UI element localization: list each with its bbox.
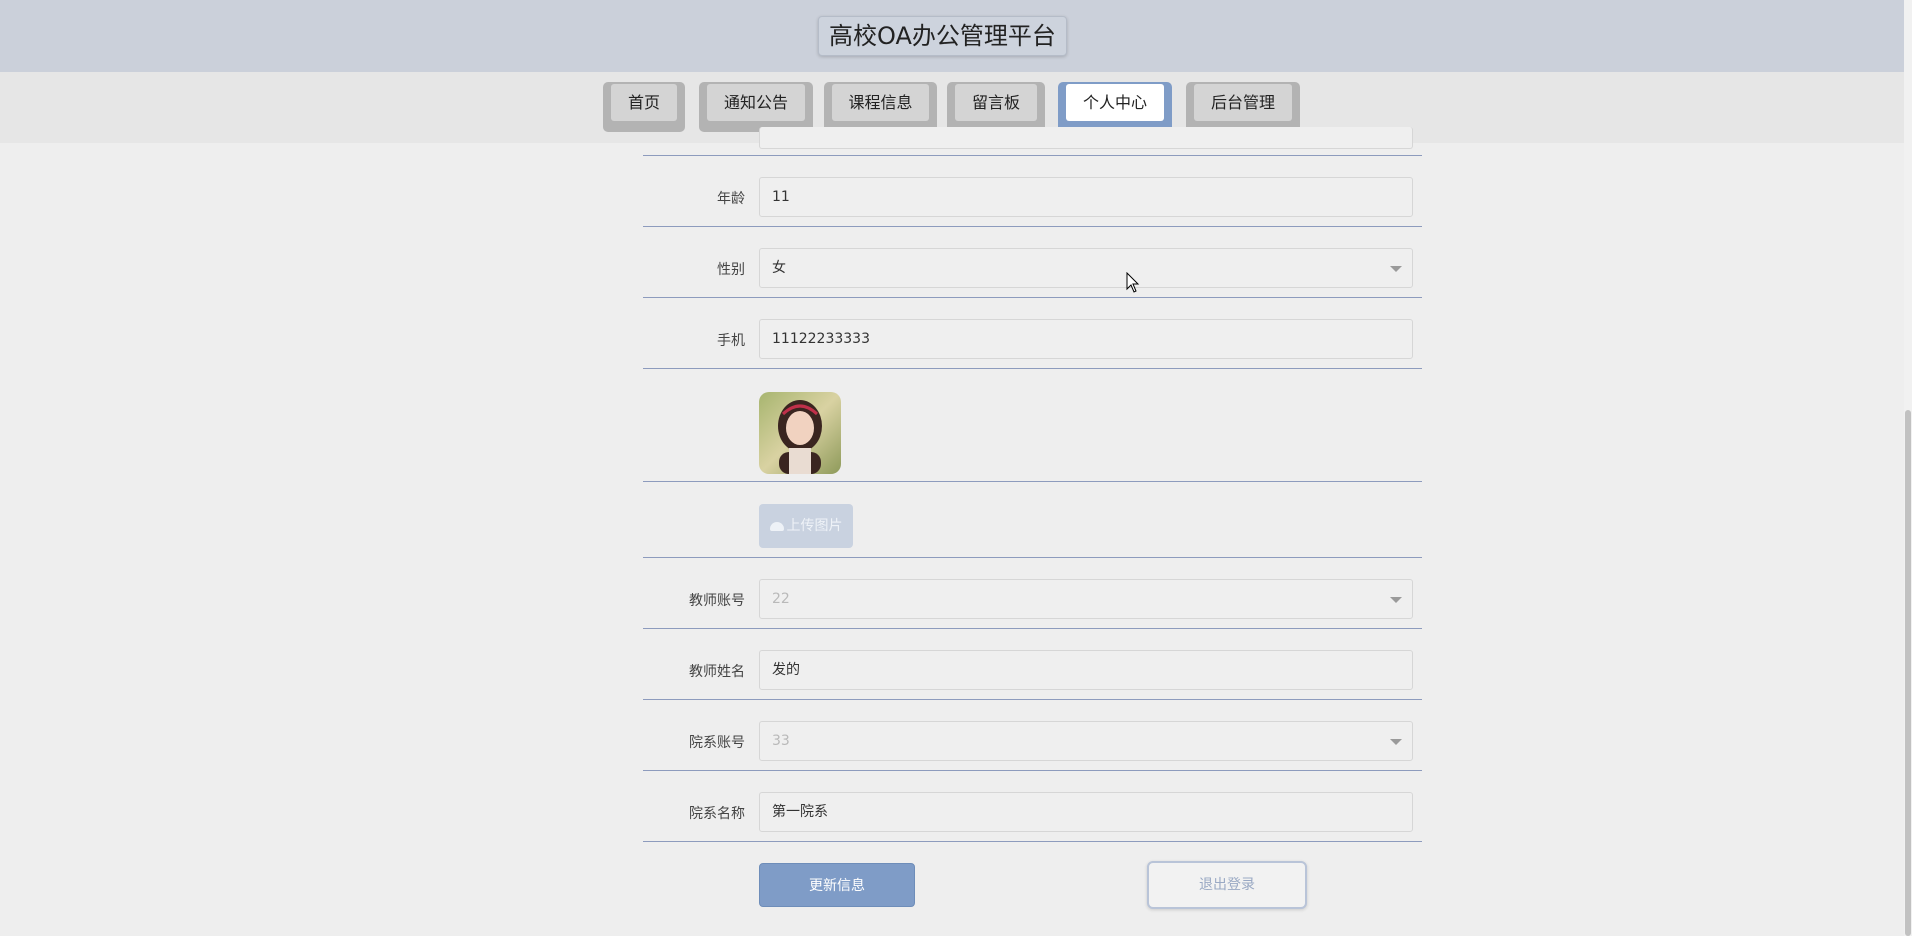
row-divider	[643, 155, 1422, 156]
upload-label: 上传图片	[786, 518, 843, 534]
clipped-field[interactable]	[759, 127, 1413, 149]
scrollbar-thumb[interactable]	[1905, 410, 1911, 936]
teacher-name-input[interactable]: 发的	[759, 650, 1413, 690]
dept-account-label: 院系账号	[689, 735, 745, 751]
teacher-account-value: 22	[772, 591, 790, 607]
dept-name-input[interactable]: 第一院系	[759, 792, 1413, 832]
dept-account-select[interactable]: 33	[759, 721, 1413, 761]
nav-label: 首页	[611, 84, 677, 121]
nav-label: 留言板	[955, 84, 1037, 121]
chevron-down-icon	[1390, 597, 1402, 603]
update-info-button[interactable]: 更新信息	[759, 863, 915, 907]
teacher-account-label: 教师账号	[689, 593, 745, 609]
logout-button[interactable]: 退出登录	[1147, 861, 1307, 909]
nav-item-message-board[interactable]: 留言板	[947, 82, 1045, 132]
phone-input[interactable]: 11122233333	[759, 319, 1413, 359]
chevron-down-icon	[1390, 739, 1402, 745]
row-divider	[643, 368, 1422, 369]
row-divider	[643, 770, 1422, 771]
row-divider	[643, 297, 1422, 298]
nav-item-admin[interactable]: 后台管理	[1186, 82, 1300, 132]
gender-select[interactable]: 女	[759, 248, 1413, 288]
nav-label: 通知公告	[707, 84, 805, 121]
cloud-upload-icon	[769, 521, 784, 531]
site-header: 高校OA办公管理平台	[0, 0, 1904, 72]
row-divider	[643, 699, 1422, 700]
nav-label: 课程信息	[832, 84, 929, 121]
upload-image-button[interactable]: 上传图片	[759, 504, 853, 548]
row-divider	[643, 226, 1422, 227]
row-divider	[643, 841, 1422, 842]
nav-item-personal-center[interactable]: 个人中心	[1058, 82, 1172, 132]
mouse-cursor-icon	[1126, 272, 1140, 293]
gender-value: 女	[772, 260, 786, 276]
phone-label: 手机	[717, 333, 745, 349]
nav-label: 后台管理	[1194, 84, 1292, 121]
dept-account-value: 33	[772, 733, 790, 749]
age-label: 年龄	[717, 191, 745, 207]
nav-item-notices[interactable]: 通知公告	[699, 82, 813, 132]
age-input[interactable]: 11	[759, 177, 1413, 217]
profile-form: 年龄 11 性别 女 手机 11122233333 上传图片 教师账号 22 教…	[643, 127, 1422, 843]
chevron-down-icon	[1390, 266, 1402, 272]
teacher-account-select[interactable]: 22	[759, 579, 1413, 619]
nav-item-home[interactable]: 首页	[603, 82, 685, 132]
row-divider	[643, 628, 1422, 629]
site-title: 高校OA办公管理平台	[818, 16, 1067, 56]
dept-name-label: 院系名称	[689, 806, 745, 822]
row-divider	[643, 481, 1422, 482]
row-divider	[643, 557, 1422, 558]
teacher-name-label: 教师姓名	[689, 664, 745, 680]
nav-label: 个人中心	[1066, 84, 1164, 121]
gender-label: 性别	[717, 262, 745, 278]
nav-item-courses[interactable]: 课程信息	[824, 82, 937, 132]
avatar	[759, 392, 841, 474]
